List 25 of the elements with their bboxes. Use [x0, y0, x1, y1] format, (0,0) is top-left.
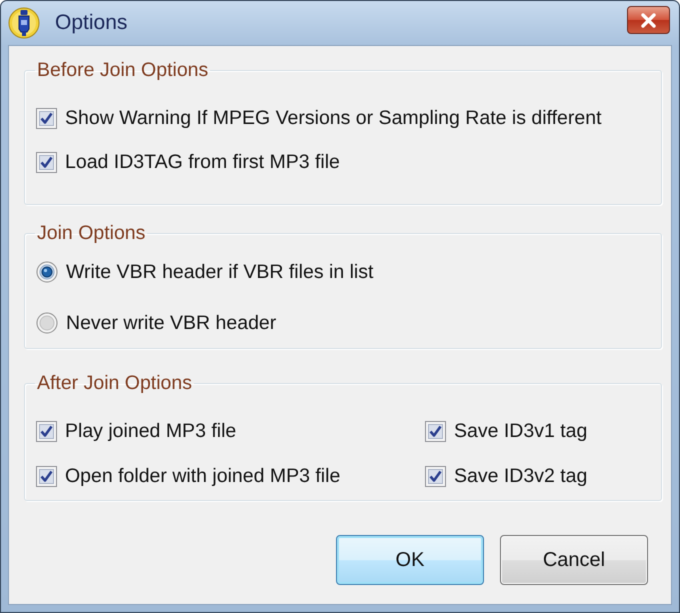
checkbox[interactable] — [425, 466, 446, 486]
close-button[interactable] — [627, 6, 670, 34]
checkbox[interactable] — [36, 108, 57, 128]
radio-button[interactable] — [36, 312, 58, 334]
radio-label[interactable]: Never write VBR header — [66, 312, 276, 334]
cancel-button[interactable]: Cancel — [500, 535, 648, 585]
checkbox[interactable] — [425, 420, 446, 442]
radio-button[interactable] — [36, 261, 58, 283]
close-icon — [640, 12, 657, 28]
ok-button[interactable]: OK — [336, 535, 484, 585]
checkbox[interactable] — [36, 152, 57, 172]
group-title: Join Options — [36, 222, 146, 244]
logo-icon — [8, 7, 40, 39]
group-title: Before Join Options — [36, 59, 210, 81]
checkbox-label[interactable]: Open folder with joined MP3 file — [65, 464, 340, 488]
checkbox-label[interactable]: Load ID3TAG from first MP3 file — [65, 150, 340, 174]
window-title: Options — [55, 11, 128, 35]
checkbox-label[interactable]: Save ID3v1 tag — [454, 420, 588, 442]
checkbox[interactable] — [36, 420, 57, 442]
checkbox[interactable] — [36, 466, 57, 486]
group-title: After Join Options — [36, 372, 193, 394]
checkbox-label[interactable]: Save ID3v2 tag — [454, 464, 588, 488]
radio-label[interactable]: Write VBR header if VBR files in list — [66, 260, 374, 284]
checkbox-label[interactable]: Play joined MP3 file — [65, 420, 236, 442]
checkbox-label[interactable]: Show Warning If MPEG Versions or Sampling Rate is different — [65, 106, 602, 130]
